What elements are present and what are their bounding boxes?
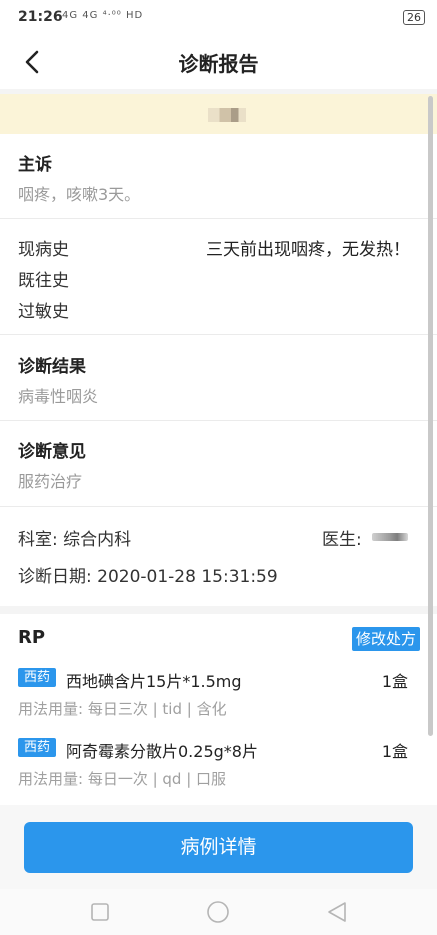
drug-type-tag: 西药 <box>18 668 56 687</box>
drug-usage: 用法用量: 每日一次 | qd | 口服 <box>18 770 227 788</box>
drug-quantity: 1盒 <box>381 672 408 691</box>
drug-type-tag: 西药 <box>18 738 56 757</box>
diagnosis-result-text: 病毒性咽炎 <box>18 387 99 406</box>
status-bar: 21:26 4G 4G ⁴·⁰⁰ HD 26 <box>0 0 437 34</box>
allergy-history-label: 过敏史 <box>18 302 69 322</box>
battery-icon: 26 <box>403 10 425 25</box>
rp-title: RP <box>18 627 46 648</box>
diagnosis-date-text: 诊断日期: 2020-01-28 15:31:59 <box>18 567 278 587</box>
status-time: 21:26 <box>18 9 63 25</box>
diagnosis-opinion-text: 服药治疗 <box>18 472 83 491</box>
square-icon[interactable] <box>90 902 110 922</box>
history-section: 现病史 三天前出现咽疼，无发热！ 既往史 过敏史 <box>0 219 437 334</box>
case-detail-button[interactable]: 病例详情 <box>24 822 413 873</box>
patient-banner <box>0 94 437 134</box>
department-text: 科室: 综合内科 <box>18 530 132 550</box>
system-nav-bar <box>0 889 437 935</box>
doctor-label: 医生: <box>322 530 362 550</box>
signal-icons: 4G 4G ⁴·⁰⁰ HD <box>62 10 144 21</box>
drug-name: 西地碘含片15片*1.5mg <box>66 672 242 691</box>
triangle-back-icon[interactable] <box>326 901 348 923</box>
circle-icon[interactable] <box>206 900 230 924</box>
chief-complaint-text: 咽疼，咳嗽3天。 <box>18 185 141 204</box>
diagnosis-opinion-title: 诊断意见 <box>18 442 86 462</box>
drug-quantity: 1盒 <box>381 742 408 761</box>
diagnosis-opinion-section: 诊断意见 服药治疗 <box>0 421 437 506</box>
blurred-avatar <box>208 108 246 122</box>
present-history-value: 三天前出现咽疼，无发热！ <box>206 240 410 260</box>
chief-complaint-title: 主诉 <box>18 155 52 175</box>
present-history-label: 现病史 <box>18 240 69 260</box>
chief-complaint-section: 主诉 咽疼，咳嗽3天。 <box>0 134 437 218</box>
page-title: 诊断报告 <box>178 52 259 76</box>
header: 诊断报告 <box>0 34 437 89</box>
blurred-doctor-name <box>372 533 408 541</box>
diagnosis-result-title: 诊断结果 <box>18 357 86 377</box>
edit-prescription-button[interactable]: 修改处方 <box>352 627 420 651</box>
drug-usage: 用法用量: 每日三次 | tid | 含化 <box>18 700 227 718</box>
past-history-label: 既往史 <box>18 271 69 291</box>
info-section: 科室: 综合内科 医生: 诊断日期: 2020-01-28 15:31:59 <box>0 507 437 606</box>
diagnosis-result-section: 诊断结果 病毒性咽炎 <box>0 335 437 420</box>
scrollbar[interactable] <box>428 96 433 736</box>
drug-name: 阿奇霉素分散片0.25g*8片 <box>66 742 258 761</box>
